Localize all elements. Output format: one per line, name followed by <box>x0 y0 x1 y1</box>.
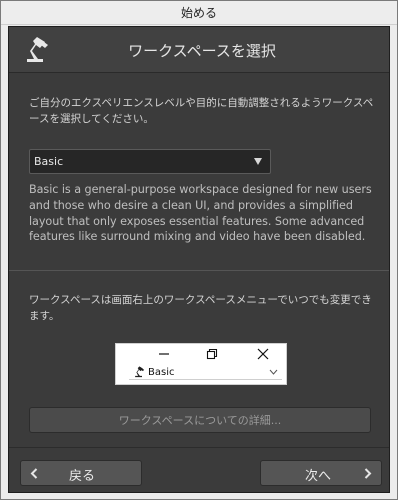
chevron-down-icon <box>269 369 278 375</box>
window-title: 始める <box>180 6 217 20</box>
dialog-footer: 戻る 次へ <box>9 447 389 492</box>
window-titlebar: 始める <box>1 1 397 25</box>
workspace-details-button[interactable]: ワークスペースについての詳細... <box>29 407 371 433</box>
section-divider <box>9 270 389 271</box>
workspace-details-label: ワークスペースについての詳細... <box>118 414 282 427</box>
workspace-select[interactable]: Basic <box>29 149 271 174</box>
chevron-right-icon <box>364 468 372 479</box>
chevron-down-icon <box>254 158 262 165</box>
close-icon <box>257 348 269 360</box>
back-button[interactable]: 戻る <box>20 460 142 486</box>
back-button-label: 戻る <box>69 469 96 484</box>
chevron-left-icon <box>30 468 38 479</box>
preview-workspace-label: Basic <box>148 366 175 378</box>
restore-icon <box>206 348 218 360</box>
minimize-icon <box>159 353 169 355</box>
preview-workspace-menu: Basic <box>129 365 282 380</box>
lamp-icon <box>135 366 145 378</box>
workspace-dialog: ワークスペースを選択 ご自分のエクスペリエンスレベルや目的に自動調整されるようワ… <box>8 26 390 493</box>
next-button-label: 次へ <box>305 469 332 484</box>
next-button[interactable]: 次へ <box>260 460 382 486</box>
workspace-note: ワークスペースは画面右上のワークスペースメニューでいつでも変更できます。 <box>29 294 372 322</box>
dialog-header: ワークスペースを選択 <box>9 27 389 73</box>
workspace-description: Basic is a general-purpose workspace des… <box>29 183 372 244</box>
workspace-select-value: Basic <box>34 155 64 168</box>
workspace-menu-preview: Basic <box>115 343 287 385</box>
dialog-title: ワークスペースを選択 <box>128 41 276 60</box>
app-window: 始める ワークスペースを選択 ご自分のエクスペリエンスレベルや目的に自動調整され… <box>0 0 398 500</box>
intro-text: ご自分のエクスペリエンスレベルや目的に自動調整されるようワークスペースを選択して… <box>29 97 374 125</box>
